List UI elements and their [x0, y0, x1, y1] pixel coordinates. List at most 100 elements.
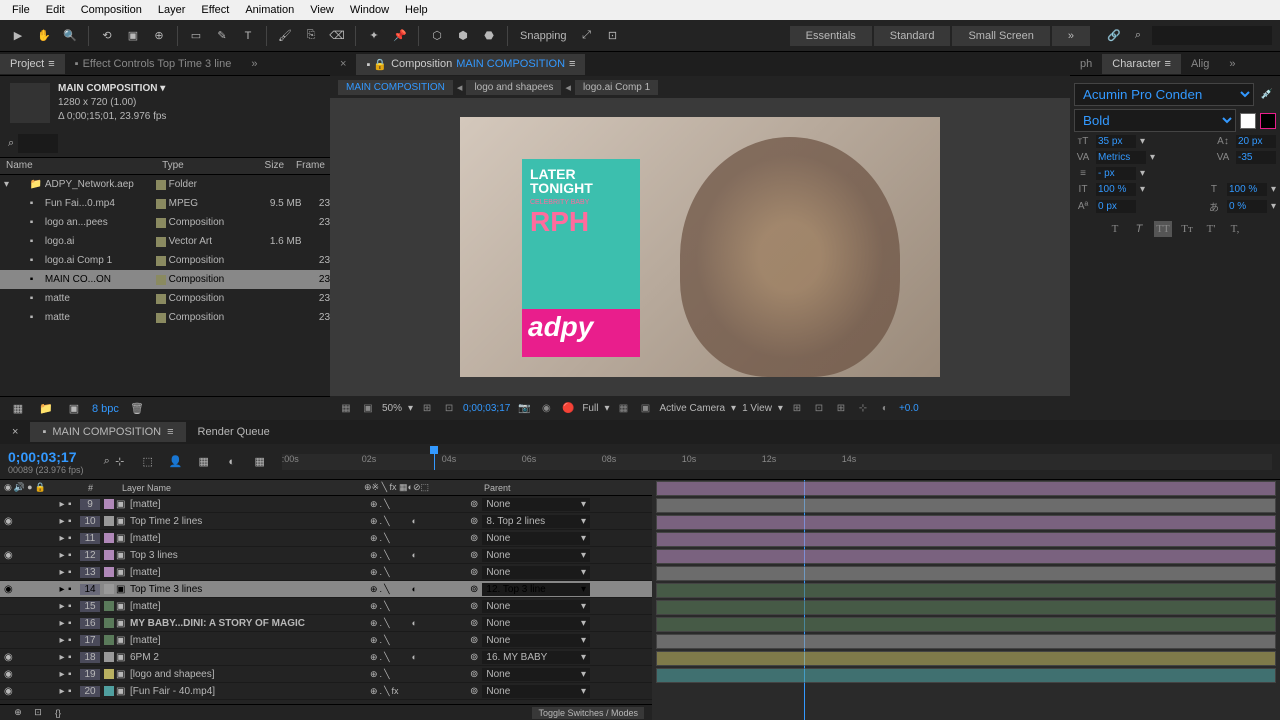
layer-bar[interactable] [656, 515, 1276, 530]
timeline-icon[interactable]: ⊞ [833, 400, 849, 416]
stroke-width-input[interactable]: - px [1096, 167, 1136, 180]
axis-local-icon[interactable]: ⬡ [427, 26, 447, 46]
shy-icon[interactable]: 👤 [166, 452, 186, 472]
smallcaps-button[interactable]: Tт [1178, 221, 1196, 237]
flowchart-icon[interactable]: ⊹ [855, 400, 871, 416]
chevron-down-icon[interactable]: ▾ [731, 403, 736, 414]
layer-bar[interactable] [656, 668, 1276, 683]
timeline-track-area[interactable] [652, 480, 1280, 720]
draft3d-icon[interactable]: ⬚ [138, 452, 158, 472]
pickwhip-icon[interactable]: ⊚ [470, 618, 478, 629]
pickwhip-icon[interactable]: ⊚ [470, 499, 478, 510]
eyedropper-icon[interactable]: 💉 [1258, 89, 1276, 100]
layer-bar[interactable] [656, 651, 1276, 666]
axis-view-icon[interactable]: ⬣ [479, 26, 499, 46]
snapping-toggle-icon[interactable]: ⤢ [577, 26, 597, 46]
timeline-close[interactable]: × [0, 422, 30, 442]
trash-icon[interactable]: 🗑 [127, 399, 147, 419]
comp-mini-flowchart-icon[interactable]: ⊹ [110, 452, 130, 472]
workspace-more[interactable]: » [1052, 26, 1090, 46]
project-item[interactable]: ▪Fun Fai...0.mp4MPEG9.5 MB23 [0, 194, 330, 213]
parent-select[interactable]: None▾ [482, 617, 590, 630]
menu-composition[interactable]: Composition [73, 2, 150, 18]
workspace-essentials[interactable]: Essentials [790, 26, 872, 46]
workspace-standard[interactable]: Standard [874, 26, 951, 46]
project-tab[interactable]: Project≡ [0, 54, 65, 74]
col-frame[interactable]: Frame [290, 158, 330, 174]
timeline-layer-row[interactable]: ▸ ▪ 16 ▣ MY BABY...DINI: A STORY OF MAGI… [0, 615, 652, 632]
layer-bar[interactable] [656, 583, 1276, 598]
orbit-tool-icon[interactable]: ⟲ [97, 26, 117, 46]
hscale-input[interactable]: 100 % [1227, 183, 1267, 196]
visibility-icon[interactable]: ◉ [4, 686, 13, 697]
graph-editor-icon[interactable]: ▦ [250, 452, 270, 472]
parent-select[interactable]: None▾ [482, 685, 590, 698]
parent-select[interactable]: None▾ [482, 634, 590, 647]
render-queue-tab[interactable]: Render Queue [186, 422, 282, 442]
eraser-tool-icon[interactable]: ⌫ [327, 26, 347, 46]
parent-select[interactable]: 12. Top 3 line▾ [482, 583, 590, 596]
subscript-button[interactable]: T, [1226, 221, 1244, 237]
bpc-label[interactable]: 8 bpc [92, 403, 119, 415]
layer-bar[interactable] [656, 498, 1276, 513]
italic-button[interactable]: T [1130, 221, 1148, 237]
resolution-select[interactable]: Full [582, 403, 598, 414]
pickwhip-icon[interactable]: ⊚ [470, 550, 478, 561]
zoom-tool-icon[interactable]: 🔍 [60, 26, 80, 46]
pickwhip-icon[interactable]: ⊚ [470, 635, 478, 646]
project-item[interactable]: ▾📁ADPY_Network.aepFolder [0, 175, 330, 194]
parent-select[interactable]: None▾ [482, 498, 590, 511]
viewer-time[interactable]: 0;00;03;17 [463, 403, 510, 414]
parent-select[interactable]: 8. Top 2 lines▾ [482, 515, 590, 528]
search-icon[interactable]: ⌕ [1128, 26, 1148, 46]
menu-view[interactable]: View [302, 2, 342, 18]
layer-bar[interactable] [656, 617, 1276, 632]
timeline-layer-row[interactable]: ▸ ▪ 15 ▣ [matte] ⊕.╲ ⊚None▾ [0, 598, 652, 615]
magnify-icon[interactable]: ▦ [338, 400, 354, 416]
exposure-value[interactable]: +0.0 [899, 403, 919, 414]
project-search-input[interactable] [18, 134, 58, 153]
time-ruler[interactable]: :00s02s04s06s08s10s12s14s [282, 454, 1272, 470]
search-icon[interactable]: ⌕ [8, 137, 14, 150]
project-item[interactable]: ▪logo an...peesComposition23 [0, 213, 330, 232]
brush-tool-icon[interactable]: 🖌 [275, 26, 295, 46]
bold-button[interactable]: T [1106, 221, 1124, 237]
composition-viewer[interactable]: LATER TONIGHT CELEBRITY BABY RPH adpy [330, 98, 1070, 396]
snapping-label[interactable]: Snapping [516, 30, 571, 42]
pickwhip-icon[interactable]: ⊚ [470, 601, 478, 612]
pixel-aspect-icon[interactable]: ⊞ [789, 400, 805, 416]
chevron-down-icon[interactable]: ▾ [1271, 184, 1276, 195]
resolution-icon[interactable]: ⊞ [419, 400, 435, 416]
3d-icon[interactable]: ▣ [637, 400, 653, 416]
timeline-layer-row[interactable]: ▸ ▪ 9 ▣ [matte] ⊕.╲ ⊚None▾ [0, 496, 652, 513]
motion-blur-icon[interactable]: ◐ [222, 452, 242, 472]
timeline-tab-main[interactable]: ▪ MAIN COMPOSITION ≡ [30, 422, 185, 442]
current-time[interactable]: 0;00;03;17 [8, 449, 84, 465]
rectangle-tool-icon[interactable]: ▭ [186, 26, 206, 46]
pickwhip-icon[interactable]: ⊚ [470, 516, 478, 527]
overflow-tab[interactable]: » [1219, 54, 1245, 74]
visibility-icon[interactable]: ◉ [4, 669, 13, 680]
camera-select[interactable]: Active Camera [659, 403, 725, 414]
menu-layer[interactable]: Layer [150, 2, 194, 18]
timeline-layer-row[interactable]: ◉ ▸ ▪ 14 ▣ Top Time 3 lines ⊕.╲◐ ⊚12. To… [0, 581, 652, 598]
visibility-icon[interactable]: ◉ [4, 516, 13, 527]
timeline-layer-row[interactable]: ◉ ▸ ▪ 10 ▣ Top Time 2 lines ⊕.╲◐ ⊚8. Top… [0, 513, 652, 530]
font-family-select[interactable]: Acumin Pro Conden [1074, 83, 1254, 106]
layer-bar[interactable] [656, 532, 1276, 547]
workspace-smallscreen[interactable]: Small Screen [952, 26, 1049, 46]
timeline-layer-row[interactable]: ▸ ▪ 13 ▣ [matte] ⊕.╲ ⊚None▾ [0, 564, 652, 581]
link-icon[interactable]: 🔗 [1104, 26, 1124, 46]
baseline-input[interactable]: 0 px [1096, 200, 1136, 213]
leading-input[interactable]: 20 px [1236, 135, 1276, 148]
project-item[interactable]: ▪matteComposition23 [0, 308, 330, 327]
axis-world-icon[interactable]: ⬢ [453, 26, 473, 46]
snapshot-icon[interactable]: 📷 [516, 400, 532, 416]
hand-tool-icon[interactable]: ✋ [34, 26, 54, 46]
menu-window[interactable]: Window [342, 2, 397, 18]
folder-icon[interactable]: 📁 [36, 399, 56, 419]
view-select[interactable]: 1 View [742, 403, 772, 414]
project-item[interactable]: ▪matteComposition23 [0, 289, 330, 308]
menu-effect[interactable]: Effect [193, 2, 237, 18]
pickwhip-icon[interactable]: ⊚ [470, 669, 478, 680]
